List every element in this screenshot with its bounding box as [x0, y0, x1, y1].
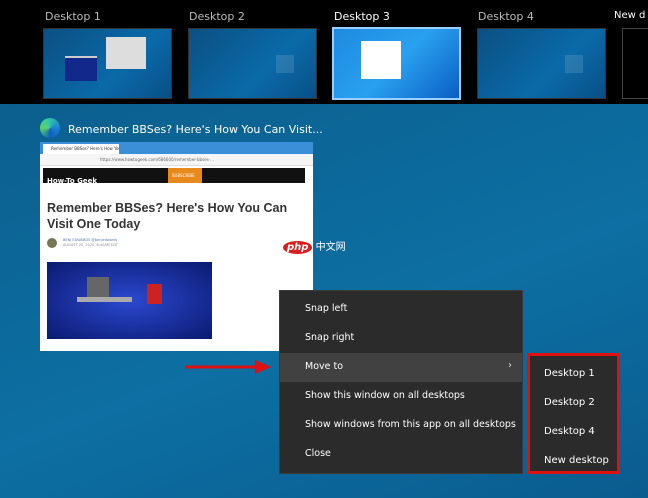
site-header: How-To Geek SUBSCRIBE — [43, 168, 305, 185]
task-view-desktops-bar: Desktop 1 Desktop 2 Desktop 3 Desktop 4 … — [0, 0, 648, 104]
submenu-desktop-2[interactable]: Desktop 2 — [530, 389, 617, 418]
chevron-right-icon: › — [508, 360, 512, 371]
red-arrow-icon — [185, 360, 271, 374]
desktop-2-label: Desktop 2 — [189, 10, 245, 23]
submenu-new-desktop[interactable]: New desktop — [530, 447, 617, 476]
windows-logo-icon — [565, 55, 583, 73]
new-desktop-button[interactable] — [622, 28, 648, 99]
desktop-2-thumbnail[interactable] — [188, 28, 317, 99]
watermark: php 中文网 — [283, 238, 346, 254]
context-menu: Snap left Snap right Move to › Show this … — [279, 290, 523, 474]
desktop-1-label: Desktop 1 — [45, 10, 101, 23]
new-desktop-label: New d — [614, 10, 646, 21]
desktop-4-label: Desktop 4 — [478, 10, 534, 23]
desktop-3-thumbnail[interactable] — [332, 27, 461, 100]
article-date: AUGUST 25, 2020, 6:40AM EDT — [63, 243, 118, 247]
window-preview[interactable]: Remember BBSes? Here's How You... https:… — [40, 142, 313, 351]
address-bar: https://www.howtogeek.com/686600/remembe… — [40, 154, 313, 166]
menu-item-show-app-all-desktops[interactable]: Show windows from this app on all deskto… — [280, 411, 522, 440]
menu-item-close[interactable]: Close — [280, 440, 522, 469]
subscribe-button: SUBSCRIBE — [168, 168, 202, 183]
desktop-3-label: Desktop 3 — [334, 10, 390, 23]
window-title: Remember BBSes? Here's How You Can Visit… — [68, 123, 323, 136]
menu-item-snap-left[interactable]: Snap left — [280, 295, 522, 324]
submenu-desktop-1[interactable]: Desktop 1 — [530, 360, 617, 389]
desktop-4-thumbnail[interactable] — [477, 28, 606, 99]
watermark-logo: php — [283, 241, 313, 254]
watermark-text: 中文网 — [315, 242, 346, 253]
menu-item-label: Move to — [305, 361, 344, 372]
desktop-1-thumbnail[interactable] — [43, 28, 172, 99]
submenu-desktop-4[interactable]: Desktop 4 — [530, 418, 617, 447]
move-to-submenu: Desktop 1 Desktop 2 Desktop 4 New deskto… — [527, 353, 620, 474]
byline: BENJ EDWARDS @benjedwards AUGUST 25, 202… — [63, 238, 118, 248]
author-handle: @benjedwards — [91, 238, 118, 242]
edge-browser-icon — [40, 118, 60, 138]
article-headline: Remember BBSes? Here's How You Can Visit… — [47, 201, 288, 231]
menu-item-move-to[interactable]: Move to › — [280, 353, 522, 382]
windows-logo-icon — [276, 55, 294, 73]
article-image — [47, 262, 212, 339]
browser-tab: Remember BBSes? Here's How You... — [43, 144, 119, 154]
menu-item-snap-right[interactable]: Snap right — [280, 324, 522, 353]
author-name: BENJ EDWARDS — [63, 238, 91, 242]
site-logo: How-To Geek — [47, 177, 97, 185]
menu-item-show-window-all-desktops[interactable]: Show this window on all desktops — [280, 382, 522, 411]
author-avatar — [47, 238, 57, 248]
